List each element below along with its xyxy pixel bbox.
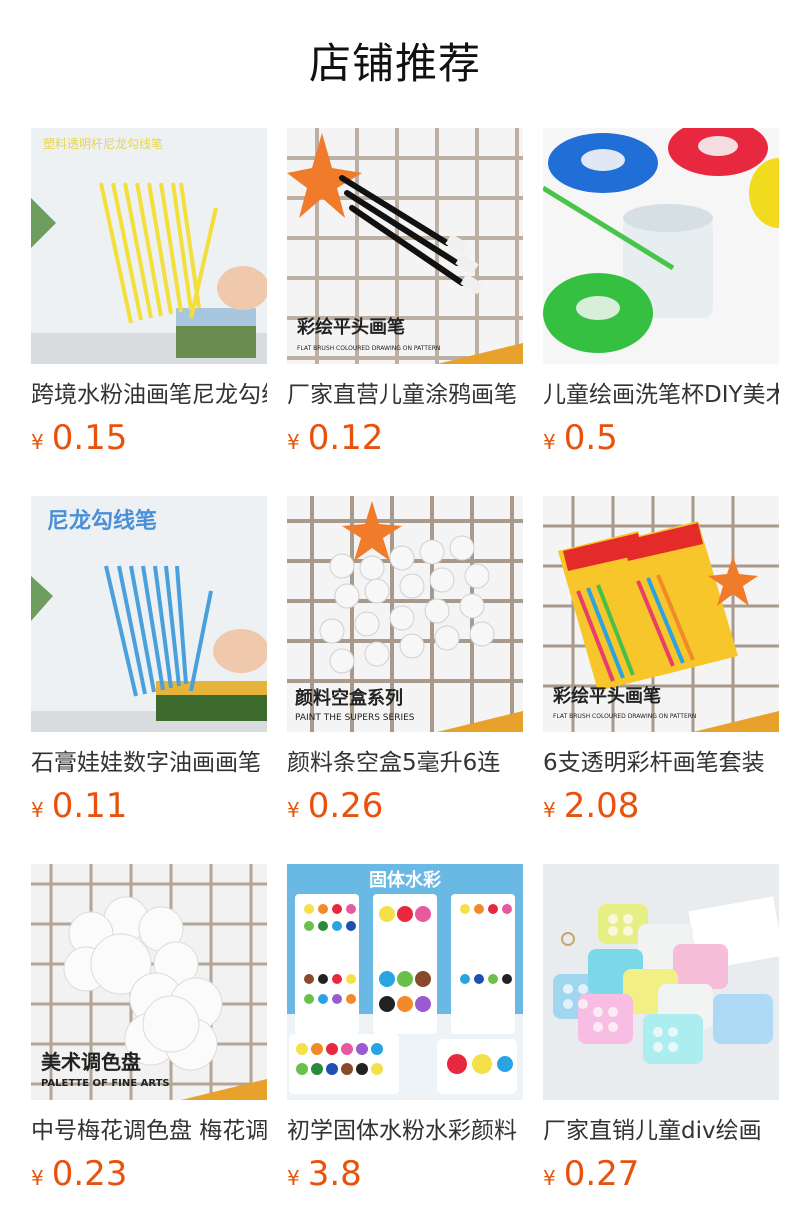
product-price: ¥3.8	[287, 1152, 362, 1196]
price-value: 0.12	[307, 418, 384, 458]
price-value: 2.08	[563, 786, 640, 826]
product-price: ¥0.27	[543, 1152, 639, 1196]
svg-text:PAINT THE SUPERS SERIES: PAINT THE SUPERS SERIES	[295, 713, 415, 723]
currency-symbol: ¥	[31, 798, 44, 822]
product-price: ¥2.08	[543, 784, 639, 828]
price-value: 0.15	[51, 418, 128, 458]
product-name[interactable]: 石膏娃娃数字油画画笔	[31, 746, 267, 780]
product-name[interactable]: 儿童绘画洗笔杯DIY美术	[543, 378, 779, 412]
product-price: ¥0.11	[31, 784, 127, 828]
paintbrush-set-image[interactable]: 塑料透明杆尼龙勾线笔	[31, 128, 267, 364]
watercolor-set-image[interactable]: 固体水彩	[287, 864, 523, 1100]
svg-text:FLAT BRUSH COLOURED DRAWING ON: FLAT BRUSH COLOURED DRAWING ON PATTERN	[297, 345, 440, 352]
product-card[interactable]: 固体水彩 初学固体水粉水彩颜料 ¥ 3.8	[287, 864, 523, 1204]
price-value: 0.11	[51, 786, 128, 826]
product-card[interactable]: 彩绘平头画笔 FLAT BRUSH COLOURED DRAWING ON PA…	[287, 128, 523, 468]
product-card[interactable]: 厂家直销儿童div绘画 ¥0.27	[543, 864, 779, 1204]
product-card[interactable]: 儿童绘画洗笔杯DIY美术 ¥0.5	[543, 128, 779, 468]
product-name[interactable]: 初学固体水粉水彩颜料	[287, 1114, 523, 1148]
price-value: 3.8	[307, 1154, 362, 1194]
price-value: 0.23	[51, 1154, 128, 1194]
currency-symbol: ¥	[543, 1166, 556, 1190]
price-value: 0.5	[563, 418, 618, 458]
currency-symbol: ¥	[543, 798, 556, 822]
wash-cup-image[interactable]	[543, 128, 779, 364]
product-price: ¥0.26	[287, 784, 383, 828]
currency-symbol: ¥	[31, 430, 44, 454]
product-card[interactable]: 尼龙勾线笔 石膏娃娃数字油画画笔 ¥0.11	[31, 496, 267, 836]
product-price: ¥0.15	[31, 416, 127, 460]
product-name[interactable]: 跨境水粉油画笔尼龙勾线笔	[31, 378, 267, 412]
flat-brush-image[interactable]: 彩绘平头画笔 FLAT BRUSH COLOURED DRAWING ON PA…	[287, 128, 523, 364]
product-card[interactable]: 美术调色盘 PALETTE OF FINE ARTS 中号梅花调色盘 梅花调色 …	[31, 864, 267, 1204]
product-name[interactable]: 颜料条空盒5毫升6连	[287, 746, 523, 780]
price-value: 0.26	[307, 786, 384, 826]
product-name[interactable]: 厂家直销儿童div绘画	[543, 1114, 779, 1148]
svg-text:颜料空盒系列: 颜料空盒系列	[295, 687, 403, 709]
svg-text:尼龙勾线笔: 尼龙勾线笔	[47, 508, 157, 534]
product-price: ¥0.5	[543, 416, 618, 460]
paint-pot-image[interactable]: 颜料空盒系列 PAINT THE SUPERS SERIES	[287, 496, 523, 732]
currency-symbol: ¥	[543, 430, 556, 454]
svg-text:固体水彩: 固体水彩	[369, 869, 441, 891]
currency-symbol: ¥	[31, 1166, 44, 1190]
currency-symbol: ¥	[287, 798, 300, 822]
product-card[interactable]: 塑料透明杆尼龙勾线笔 跨境水粉油画笔尼龙勾线笔 ¥0.15	[31, 128, 267, 468]
svg-text:PALETTE OF FINE ARTS: PALETTE OF FINE ARTS	[41, 1078, 170, 1089]
product-card[interactable]: 颜料空盒系列 PAINT THE SUPERS SERIES 颜料条空盒5毫升6…	[287, 496, 523, 836]
brush-pack-image[interactable]: 彩绘平头画笔 FLAT BRUSH COLOURED DRAWING ON PA…	[543, 496, 779, 732]
palette-image[interactable]: 美术调色盘 PALETTE OF FINE ARTS	[31, 864, 267, 1100]
product-price: ¥0.23	[31, 1152, 127, 1196]
svg-text:塑料透明杆尼龙勾线笔: 塑料透明杆尼龙勾线笔	[43, 136, 163, 151]
svg-text:彩绘平头画笔: 彩绘平头画笔	[552, 685, 661, 707]
currency-symbol: ¥	[287, 430, 300, 454]
svg-text:彩绘平头画笔: 彩绘平头画笔	[296, 316, 405, 338]
store-recommend-page: 店铺推荐 塑料透明杆尼龙勾线笔 跨境水粉油画笔尼龙勾 ¥ 0.15 彩绘平头画笔…	[0, 0, 790, 1232]
product-name[interactable]: 中号梅花调色盘 梅花调色	[31, 1114, 267, 1148]
product-card[interactable]: 彩绘平头画笔 FLAT BRUSH COLOURED DRAWING ON PA…	[543, 496, 779, 836]
price-value: 0.27	[563, 1154, 640, 1194]
section-title: 店铺推荐	[308, 39, 481, 88]
product-name[interactable]: 6支透明彩杆画笔套装	[543, 746, 779, 780]
svg-text:FLAT BRUSH COLOURED DRAWING ON: FLAT BRUSH COLOURED DRAWING ON PATTERN	[553, 713, 696, 720]
svg-text:美术调色盘: 美术调色盘	[41, 1050, 141, 1074]
product-price: ¥0.12	[287, 416, 383, 460]
mini-palette-image[interactable]	[543, 864, 779, 1100]
nylon-brush-image[interactable]: 尼龙勾线笔	[31, 496, 267, 732]
currency-symbol: ¥	[287, 1166, 300, 1190]
product-name[interactable]: 厂家直营儿童涂鸦画笔	[287, 378, 523, 412]
